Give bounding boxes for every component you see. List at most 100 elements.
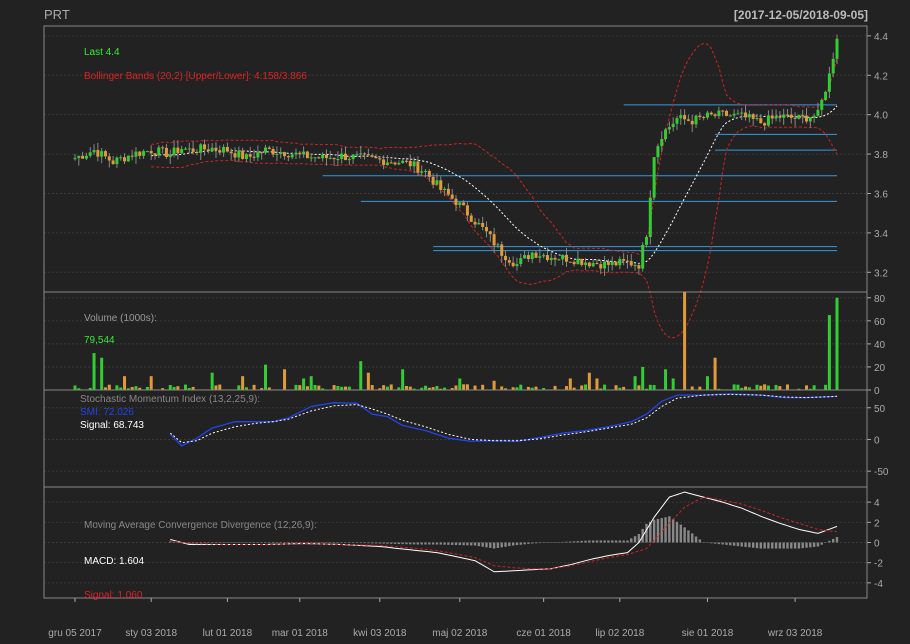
volume-bar (92, 353, 96, 390)
candle-body (458, 202, 462, 206)
macd-histogram-bar (397, 542, 401, 545)
volume-bar (519, 384, 523, 390)
volume-bar (805, 385, 809, 390)
candle-body (168, 154, 172, 158)
candle-body (538, 256, 542, 258)
candle-body (176, 147, 180, 154)
smi-signal-label: Signal: 68.743 (80, 420, 144, 431)
macd-histogram-bar (603, 540, 606, 543)
candle-body (599, 264, 603, 269)
macd-histogram-bar (325, 542, 328, 543)
candle-body (446, 188, 450, 195)
x-tick-label: kwi 03 2018 (353, 628, 407, 639)
candle-body (801, 114, 805, 116)
macd-histogram-bar (801, 542, 804, 549)
volume-bar (732, 384, 736, 390)
candle-body (84, 155, 88, 159)
volume-bar (671, 378, 675, 390)
volume-bar (652, 385, 656, 390)
candle-body (244, 154, 248, 160)
candle-body (827, 73, 831, 92)
macd-histogram-bar (515, 542, 519, 546)
candle-body (366, 154, 370, 156)
candle-body (564, 254, 568, 262)
volume-bar (218, 384, 222, 390)
macd-histogram-bar (390, 542, 393, 544)
candle-body (385, 162, 389, 166)
candle-body (816, 109, 820, 116)
candle-body (145, 151, 149, 153)
candle-body (191, 148, 195, 152)
volume-bar (332, 385, 336, 390)
macd-histogram-bar (713, 542, 717, 544)
volume-bar (336, 385, 340, 390)
candle-body (233, 153, 237, 158)
candle-body (180, 148, 184, 154)
candle-body (515, 264, 519, 267)
candle-body (134, 151, 138, 157)
macd-histogram-bar (382, 542, 385, 544)
candle-body (256, 152, 260, 158)
macd-histogram-bar (671, 519, 675, 543)
volume-bar (389, 384, 393, 390)
volume-bar (115, 385, 119, 390)
candle-body (664, 129, 668, 140)
macd-histogram-bar (169, 541, 172, 543)
volume-bar (774, 384, 778, 390)
candle-body (507, 260, 511, 263)
volume-bar (149, 376, 153, 390)
candle-body (393, 162, 397, 165)
candle-body (302, 151, 306, 154)
macd-histogram-bar (546, 542, 549, 543)
volume-bar (424, 385, 428, 390)
candle-body (103, 151, 107, 157)
candle-body (408, 160, 412, 167)
candle-body (732, 113, 736, 116)
y-tick-label: 0 (874, 386, 880, 397)
macd-histogram-bar (306, 542, 309, 543)
volume-bar (404, 385, 408, 390)
volume-bar (264, 364, 267, 390)
volume-bar (237, 385, 241, 390)
candle-body (698, 115, 702, 118)
macd-histogram-bar (370, 542, 374, 544)
macd-histogram-bar (409, 542, 412, 545)
candle-body (435, 180, 439, 185)
macd-histogram-bar (611, 540, 614, 543)
macd-histogram-bar (233, 542, 237, 543)
macd-histogram-bar (374, 542, 378, 544)
macd-signal-label: Signal: 1.060 (84, 590, 143, 601)
macd-label: Moving Average Convergence Divergence (1… (84, 520, 317, 531)
candle-body (149, 151, 153, 154)
candle-body (568, 261, 572, 263)
candle-body (416, 161, 420, 173)
macd-histogram-bar (313, 542, 317, 543)
macd-histogram-bar (458, 542, 462, 546)
candle-body (229, 151, 233, 154)
candle-body (633, 265, 637, 267)
macd-histogram-bar (816, 542, 820, 547)
y-tick-label: 0 (874, 539, 880, 550)
candle-body (530, 252, 534, 260)
candle-body (305, 151, 309, 159)
y-tick-label: 4.0 (874, 111, 888, 122)
candle-body (382, 159, 386, 166)
volume-bar (294, 384, 298, 390)
macd-histogram-bar (473, 542, 477, 546)
macd-histogram-bar (664, 517, 667, 543)
candle-body (450, 194, 454, 199)
candle-body (264, 147, 267, 153)
candle-body (671, 123, 675, 128)
macd-histogram-bar (317, 542, 321, 543)
macd-histogram-bar (489, 542, 492, 548)
candle-body (203, 144, 207, 150)
macd-histogram-bar (759, 542, 762, 549)
macd-histogram-bar (210, 542, 214, 543)
volume-bar (210, 372, 214, 390)
candle-body (675, 118, 679, 124)
volume-label: Volume (1000s): (84, 313, 157, 324)
volume-bar (370, 385, 374, 390)
macd-histogram-bar (511, 542, 515, 546)
macd-histogram-bar (351, 542, 355, 543)
macd-histogram-bar (767, 542, 770, 549)
